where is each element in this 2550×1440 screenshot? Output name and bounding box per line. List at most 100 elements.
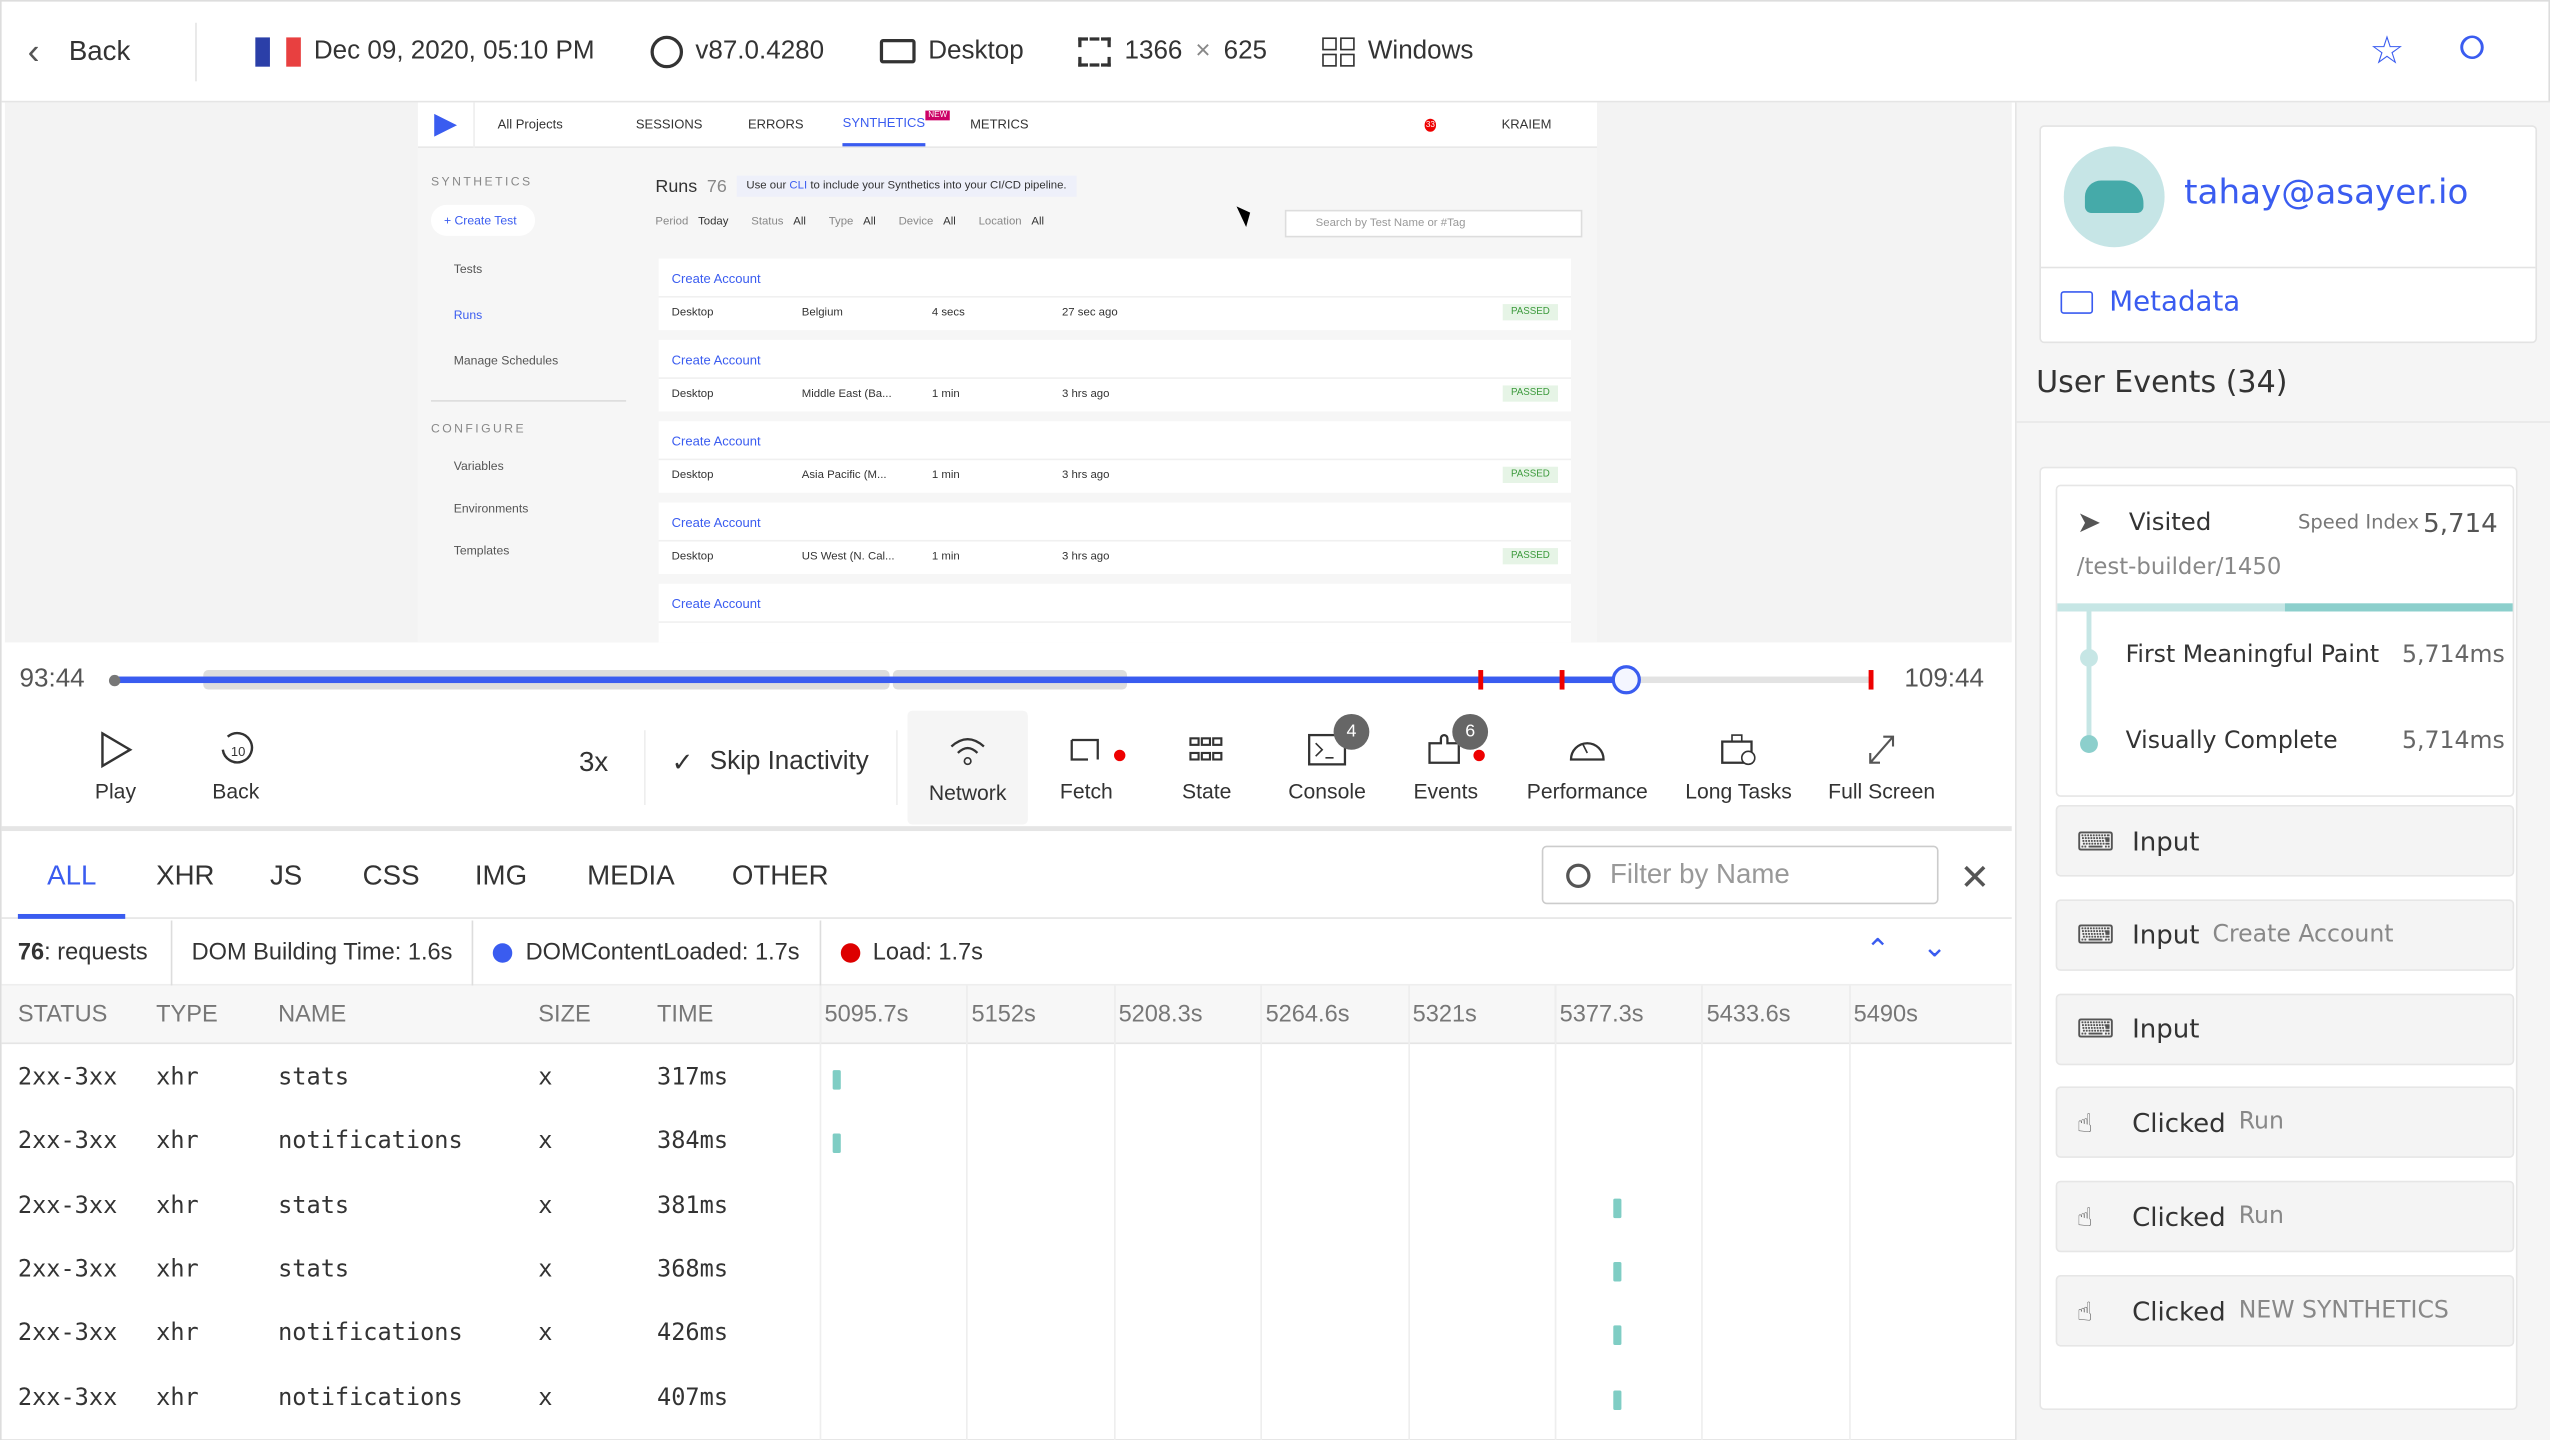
- tab-js[interactable]: JS: [270, 860, 302, 893]
- cell-size: x: [538, 1384, 553, 1411]
- run-duration: 1 min: [931, 551, 960, 563]
- user-event-input[interactable]: ⌨ Input: [2055, 805, 2515, 877]
- timeline[interactable]: 93:44 109:44: [2, 642, 2012, 720]
- events-tab-button[interactable]: Events 6: [1397, 713, 1495, 818]
- performance-tab-button[interactable]: Performance: [1522, 714, 1652, 818]
- runs-list: Create Account Desktop Belgium 4 secs 27 sec…: [418, 258, 1597, 643]
- requests-count: 76: requests: [17, 939, 148, 966]
- session-side-panel: tahay@asayer.io Metadata User Events (34…: [2014, 102, 2550, 1440]
- user-event-clicked[interactable]: ☝ Clicked NEW SYNTHETICS: [2055, 1275, 2515, 1347]
- network-row[interactable]: 2xx-3xx xhr stats x 368ms: [2, 1241, 2012, 1304]
- france-flag-icon: [255, 36, 301, 66]
- back-button[interactable]: ‹ Back: [27, 21, 197, 81]
- status-badge: PASSED: [1502, 304, 1558, 321]
- vc-value: 5,714ms: [2402, 728, 2505, 755]
- search-icon: [1566, 862, 1591, 888]
- skip-inactivity-toggle[interactable]: ✓ Skip Inactivity: [672, 746, 869, 779]
- nav-errors: ERRORS: [747, 117, 804, 132]
- error-marker: [1559, 670, 1565, 690]
- console-count-badge: 4: [1333, 713, 1370, 750]
- chevron-left-icon: ‹: [27, 30, 40, 71]
- pointer-hand-icon: ☝: [2076, 1201, 2093, 1233]
- long-tasks-tab-button[interactable]: Long Tasks: [1673, 714, 1803, 818]
- network-row[interactable]: 2xx-3xx xhr notifications x 426ms: [2, 1305, 2012, 1368]
- logo-icon: [434, 113, 457, 136]
- run-ago: 3 hrs ago: [1061, 388, 1110, 401]
- status-badge: PASSED: [1502, 548, 1558, 565]
- cell-size: x: [538, 1256, 553, 1283]
- event-type: Input: [2132, 1013, 2200, 1045]
- user-event-input[interactable]: ⌨ Input: [2055, 993, 2515, 1065]
- timeline-thumb[interactable]: [1611, 665, 1641, 695]
- user-event-input[interactable]: ⌨ Input Create Account: [2055, 899, 2515, 971]
- session-player: ‹ Back Dec 09, 2020, 05:10 PM v87.0.4280…: [0, 0, 2550, 1440]
- network-table-header: STATUS TYPE NAME SIZE TIME 5095.7s 5152s 5208.3…: [1, 985, 2012, 1045]
- divider: [644, 730, 646, 806]
- dom-content-loaded: DOMContentLoaded: 1.7s: [471, 919, 800, 985]
- network-tab-button[interactable]: Network: [907, 710, 1028, 825]
- column-size[interactable]: SIZE: [538, 1002, 590, 1028]
- run-duration: 1 min: [931, 388, 960, 401]
- speed-button[interactable]: 3x: [579, 746, 608, 779]
- tab-img[interactable]: IMG: [475, 860, 527, 893]
- run-duration: 1 min: [931, 470, 960, 482]
- device-type: Desktop: [928, 36, 1024, 65]
- wifi-icon: [950, 737, 985, 765]
- nav-metrics: METRICS: [970, 117, 1029, 132]
- play-button[interactable]: Play: [80, 714, 152, 818]
- console-tab-button[interactable]: Console 4: [1278, 713, 1376, 818]
- close-icon[interactable]: ✕: [1960, 857, 1990, 899]
- cell-size: x: [538, 1065, 553, 1092]
- tab-css[interactable]: CSS: [363, 860, 420, 893]
- error-marker: [1868, 670, 1874, 690]
- visit-event[interactable]: ➤ Visited Speed Index 5,714 /test-builde…: [2055, 484, 2515, 797]
- run-card: Create Account Desktop US West (N. Cal... 1…: [658, 502, 1572, 575]
- run-ago: 3 hrs ago: [1061, 470, 1110, 482]
- waterfall-gridline: [819, 985, 822, 1440]
- column-status[interactable]: STATUS: [18, 1002, 108, 1028]
- tab-xhr[interactable]: XHR: [156, 860, 214, 893]
- fetch-tab-button[interactable]: Fetch: [1038, 714, 1136, 818]
- chevron-down-icon[interactable]: ⌄: [1922, 930, 1947, 964]
- player-controls: Play 10 Back 3x ✓ Skip Inactivity Network …: [1, 710, 2012, 832]
- fullscreen-button[interactable]: Full Screen: [1820, 714, 1944, 818]
- session-replay-view[interactable]: All Projects SESSIONS ERRORS SYNTHETICS …: [4, 102, 2012, 643]
- column-name[interactable]: NAME: [278, 1002, 346, 1028]
- replayed-page: All Projects SESSIONS ERRORS SYNTHETICS …: [417, 102, 1598, 643]
- column-type[interactable]: TYPE: [156, 1002, 218, 1028]
- run-location: Belgium: [801, 307, 843, 319]
- filter-device: Device All: [898, 216, 956, 228]
- state-tab-button[interactable]: State: [1158, 714, 1256, 818]
- tab-media[interactable]: MEDIA: [587, 860, 675, 893]
- star-icon[interactable]: ☆: [2370, 28, 2405, 75]
- event-type: Clicked: [2132, 1295, 2226, 1327]
- waterfall-gridline: [1113, 985, 1116, 1440]
- run-location: US West (N. Cal...: [801, 551, 895, 563]
- run-device: Desktop: [671, 388, 714, 401]
- cell-size: x: [538, 1320, 553, 1347]
- tab-all[interactable]: ALL: [17, 860, 126, 919]
- network-row[interactable]: 2xx-3xx xhr stats x 317ms: [2, 1049, 2012, 1112]
- event-type: Input: [2132, 919, 2200, 951]
- events-count-badge: 6: [1452, 713, 1489, 750]
- user-event-clicked[interactable]: ☝ Clicked Run: [2055, 1180, 2515, 1253]
- metadata-button[interactable]: Metadata: [2060, 286, 2240, 319]
- back-10-button[interactable]: 10 Back: [200, 714, 272, 818]
- user-event-clicked[interactable]: ☝ Clicked Run: [2055, 1087, 2515, 1159]
- cell-status: 2xx-3xx: [17, 1065, 118, 1092]
- event-type: Input: [2132, 825, 2200, 857]
- filter-by-name-input[interactable]: Filter by Name: [1541, 845, 1939, 905]
- waterfall-bar: [833, 1134, 842, 1154]
- cell-status: 2xx-3xx: [17, 1193, 118, 1220]
- resolution-height: 625: [1223, 36, 1268, 65]
- network-row[interactable]: 2xx-3xx xhr stats x 381ms: [2, 1177, 2012, 1240]
- network-row[interactable]: 2xx-3xx xhr notifications x 407ms: [2, 1369, 2012, 1432]
- tab-other[interactable]: OTHER: [732, 860, 829, 893]
- chevron-up-icon[interactable]: ⌃: [1865, 933, 1890, 967]
- waterfall-gridline: [1554, 985, 1557, 1440]
- column-time[interactable]: TIME: [657, 1002, 713, 1028]
- share-icon[interactable]: ⭘: [2459, 31, 2485, 68]
- load-time: Load: 1.7s: [819, 919, 983, 985]
- user-email[interactable]: tahay@asayer.io: [2184, 172, 2468, 211]
- network-row[interactable]: 2xx-3xx xhr notifications x 384ms: [2, 1113, 2012, 1176]
